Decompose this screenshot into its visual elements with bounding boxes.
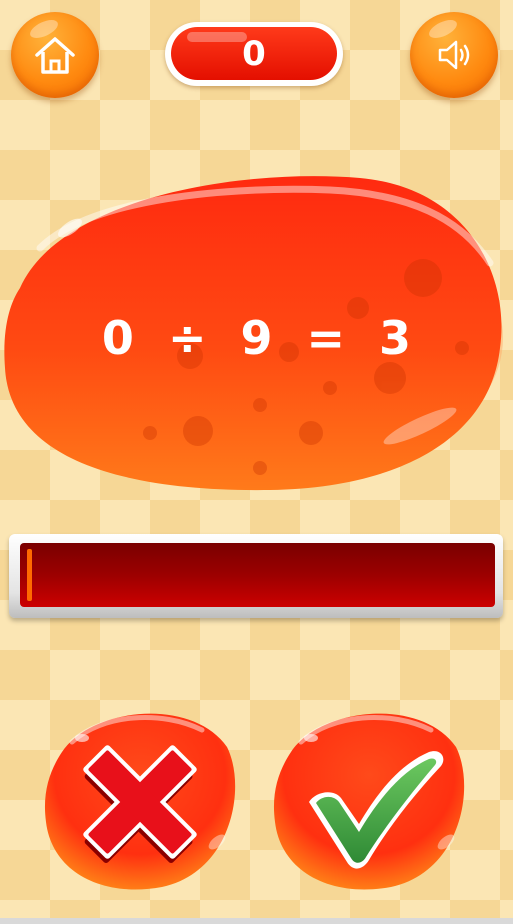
equation: 0 ÷ 9 = 3 [0,298,513,378]
result-value: 3 [379,311,412,365]
sound-button[interactable] [410,12,498,98]
speaker-icon [438,40,470,70]
score-value: 0 [242,33,266,74]
wrong-answer-button[interactable] [42,702,238,892]
timer-bar [20,543,495,607]
operator-sign: ÷ [167,311,207,365]
score-display: 0 [165,22,343,86]
operand-a: 0 [101,311,134,365]
equals-sign: = [306,311,346,365]
bottom-edge [0,918,513,924]
operand-b: 9 [240,311,273,365]
home-button[interactable] [11,12,99,98]
right-answer-button[interactable] [271,702,467,892]
home-icon [35,37,75,74]
timer-frame [9,534,503,618]
